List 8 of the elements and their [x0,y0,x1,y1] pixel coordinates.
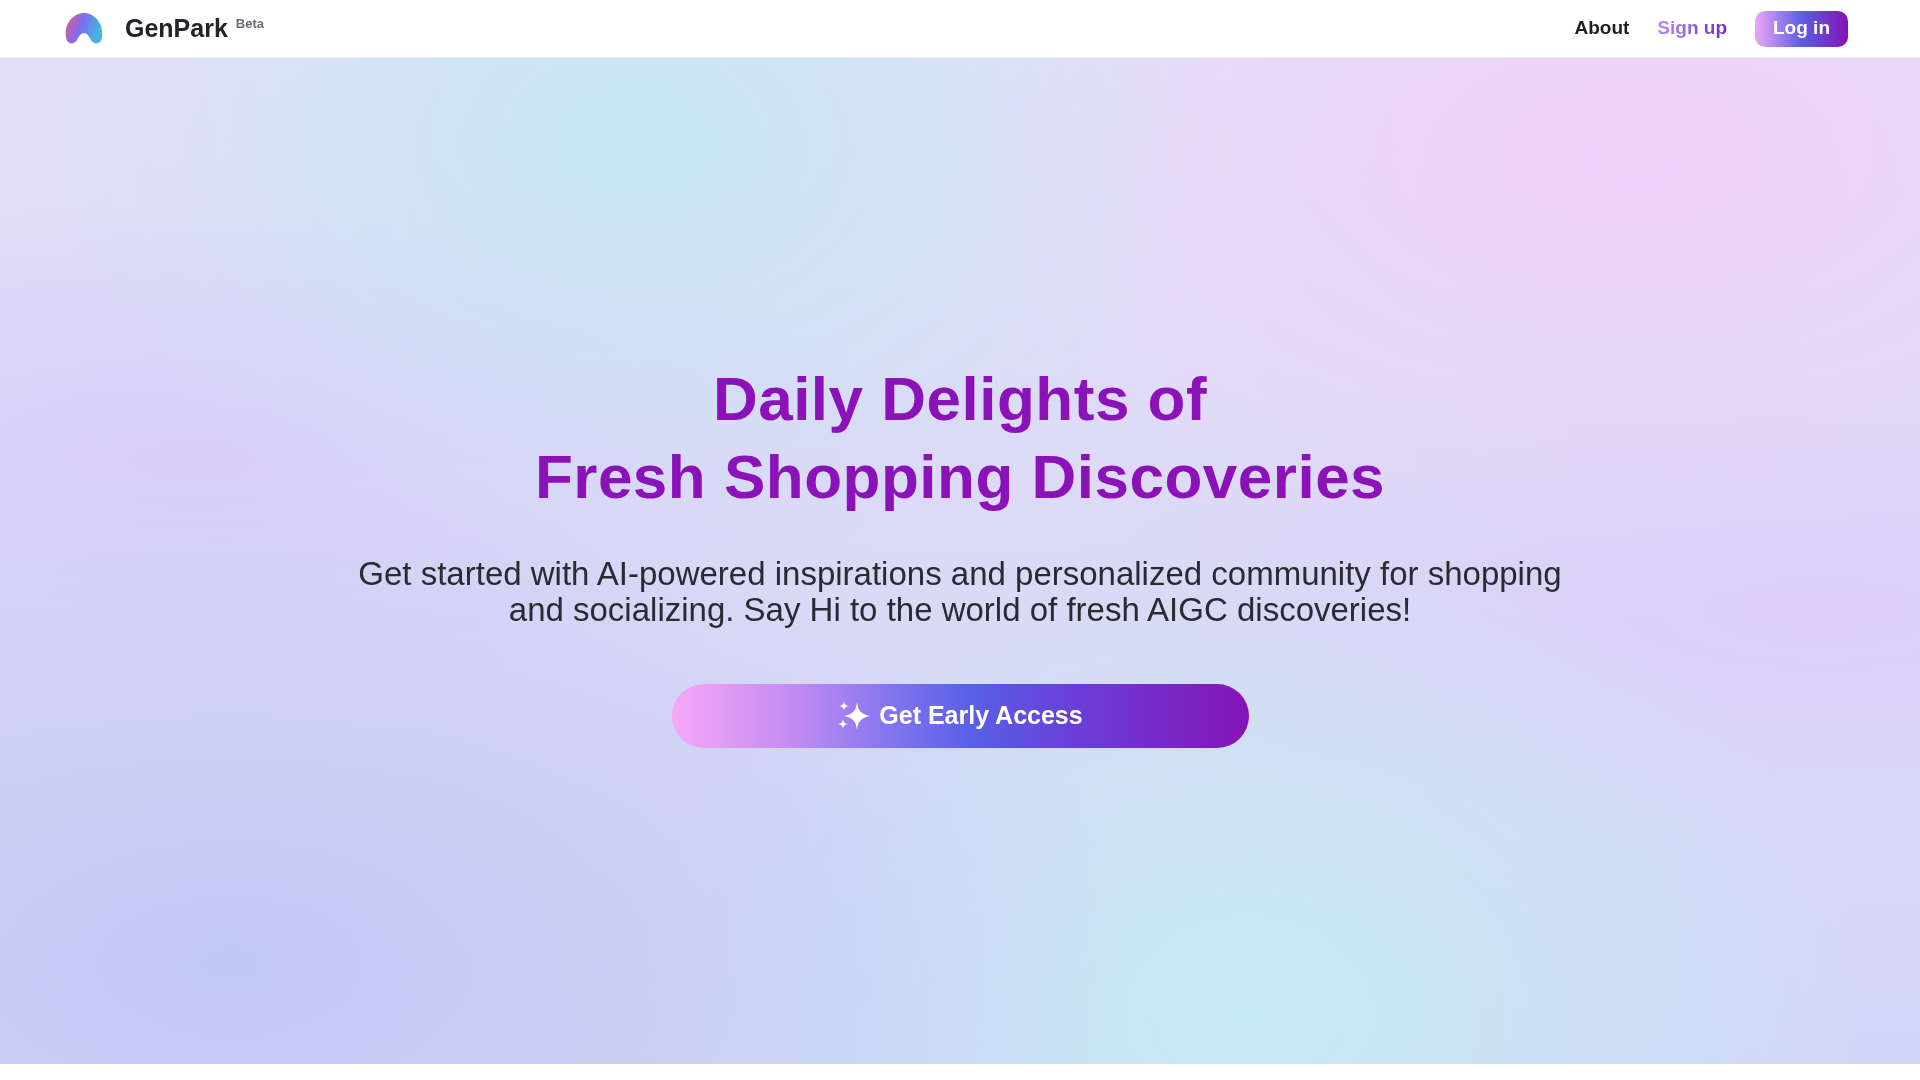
beta-label: Beta [235,14,265,33]
logo-icon[interactable] [64,12,104,45]
get-early-access-button[interactable]: Get Early Access [671,684,1249,748]
about-link[interactable]: About [1574,14,1630,43]
headline: Daily Delights of Fresh Shopping Discoveries [534,363,1386,513]
logo-text[interactable]: GenPark [125,9,228,48]
log-in-button[interactable]: Log in [1755,10,1848,47]
hero-description: Get started with AI-powered inspirations and personalized community for shopping and socializing. Say Hi to the world of fresh AIGC discoveries! [357,556,1563,628]
